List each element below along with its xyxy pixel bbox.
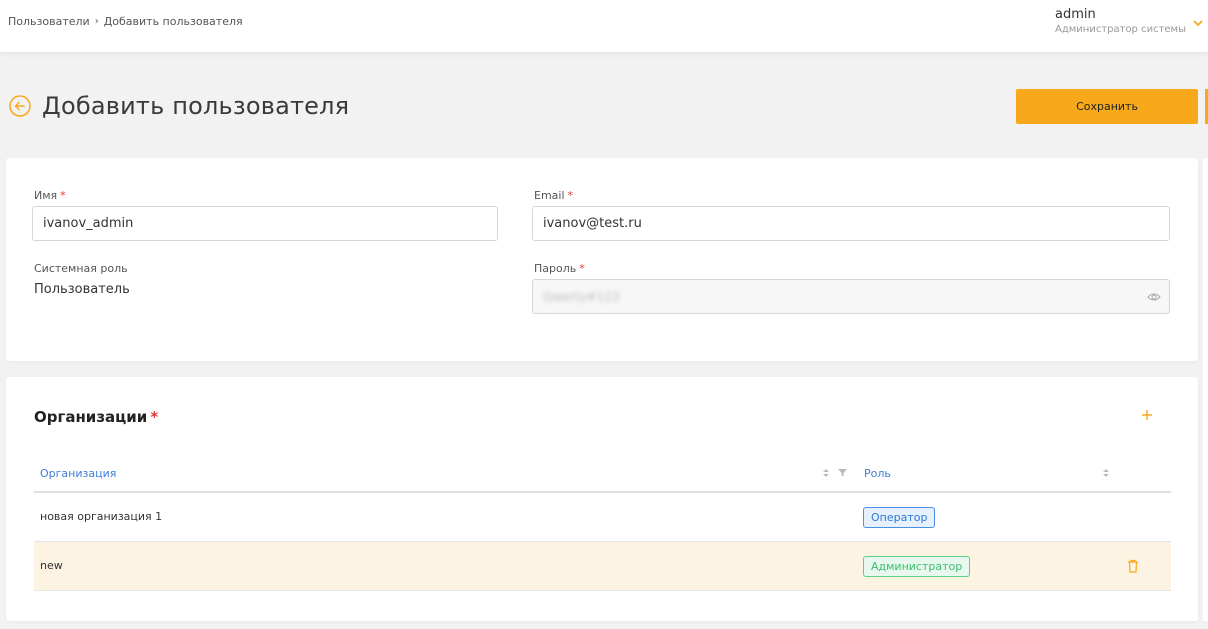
organization-name: new <box>40 559 63 572</box>
user-form-card: Имя * ivanov_admin Email * ivanov@test.ru … <box>6 158 1198 361</box>
page-title: Добавить пользователя <box>42 92 350 120</box>
breadcrumb: Пользователи › Добавить пользователя <box>8 15 243 28</box>
filter-icon[interactable] <box>838 468 847 477</box>
save-button[interactable]: Сохранить <box>1016 89 1198 124</box>
breadcrumb-separator: › <box>94 16 99 27</box>
organizations-table: Организация Роль новая организация 1 Опе… <box>34 455 1171 591</box>
password-label: Пароль * <box>534 262 585 275</box>
column-organization[interactable]: Организация <box>40 467 116 480</box>
user-menu[interactable]: admin Администратор системы <box>1055 7 1186 35</box>
trash-icon[interactable] <box>1127 559 1139 573</box>
email-label: Email * <box>534 189 574 202</box>
system-role-label: Системная роль <box>34 262 128 275</box>
back-arrow-icon[interactable] <box>8 94 32 118</box>
sort-icon[interactable] <box>822 467 830 479</box>
plus-icon[interactable] <box>1140 408 1154 422</box>
table-row[interactable]: new Администратор <box>34 542 1171 591</box>
role-badge: Оператор <box>863 507 936 528</box>
top-bar: Пользователи › Добавить пользователя adm… <box>0 0 1208 52</box>
column-role[interactable]: Роль <box>864 467 891 480</box>
table-header: Организация Роль <box>34 455 1171 493</box>
chevron-down-icon[interactable] <box>1192 17 1204 29</box>
name-label: Имя * <box>34 189 66 202</box>
sort-icon[interactable] <box>1102 467 1110 479</box>
system-role-value: Пользователь <box>34 282 130 297</box>
breadcrumb-parent-link[interactable]: Пользователи <box>8 15 90 28</box>
table-row[interactable]: новая организация 1 Оператор <box>34 493 1171 542</box>
organization-name: новая организация 1 <box>40 510 163 523</box>
email-field[interactable]: ivanov@test.ru <box>532 206 1170 241</box>
breadcrumb-current: Добавить пользователя <box>103 15 243 28</box>
name-field-value: ivanov_admin <box>43 216 134 231</box>
eye-icon[interactable] <box>1147 291 1161 303</box>
organizations-title: Организации * <box>34 408 159 426</box>
role-badge: Администратор <box>863 556 971 577</box>
page-header: Добавить пользователя <box>8 92 349 120</box>
email-field-value: ivanov@test.ru <box>543 216 642 231</box>
password-field-value: Qwerty#123 <box>543 289 620 304</box>
organizations-card: Организации * Организация Роль новая орга… <box>6 377 1198 621</box>
name-field[interactable]: ivanov_admin <box>32 206 498 241</box>
password-field[interactable]: Qwerty#123 <box>532 279 1170 314</box>
user-name: admin <box>1054 7 1096 22</box>
right-panel-edge <box>1203 158 1208 621</box>
user-role: Администратор системы <box>1054 24 1186 35</box>
